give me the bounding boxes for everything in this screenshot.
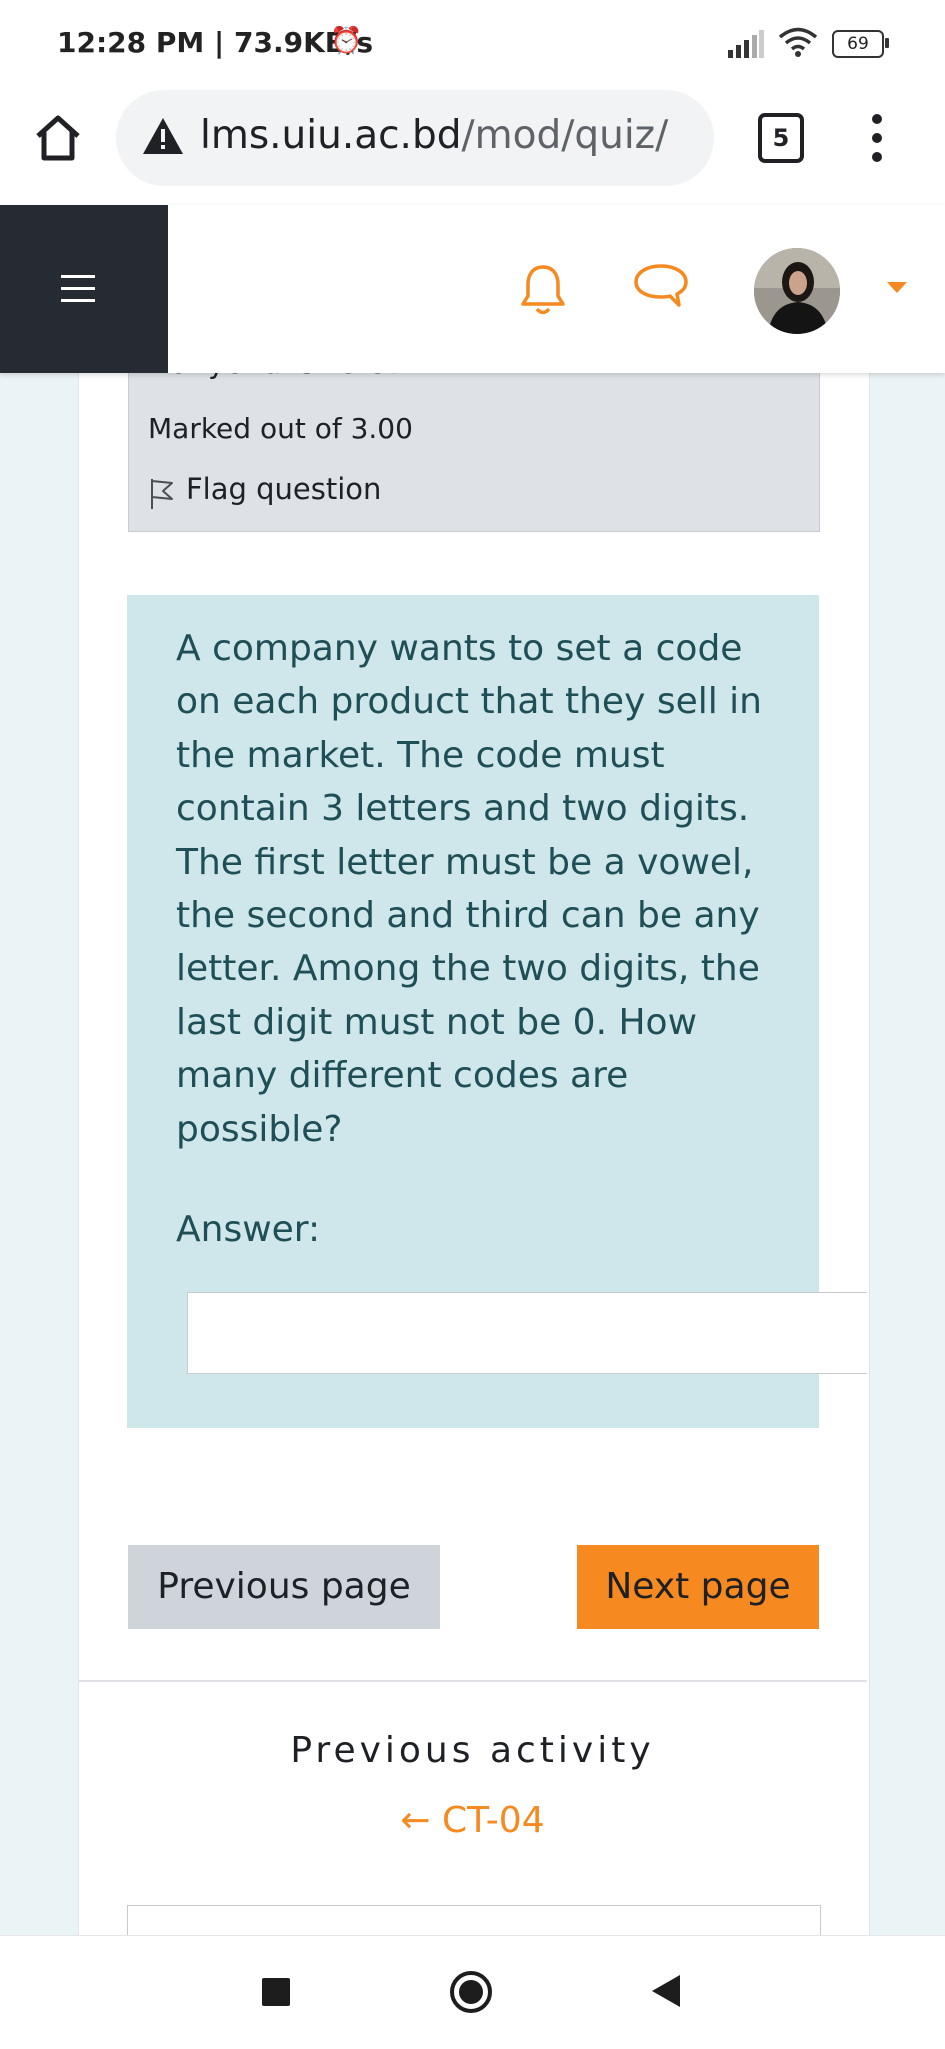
section-divider	[79, 1680, 867, 1682]
message-bubble-icon[interactable]	[632, 262, 690, 312]
answer-label: Answer:	[176, 1209, 321, 1250]
flag-icon[interactable]	[148, 477, 176, 511]
notification-bell-icon[interactable]	[518, 262, 568, 318]
question-text: A company wants to set a code on each pr…	[176, 628, 763, 1150]
previous-activity-label: Previous activity	[290, 1730, 655, 1771]
user-avatar[interactable]	[754, 248, 840, 334]
battery-indicator: 69	[832, 30, 884, 58]
recent-apps-icon[interactable]	[262, 1978, 290, 2006]
marked-out-of: Marked out of 3.00	[148, 412, 413, 445]
answer-input[interactable]	[187, 1292, 867, 1374]
home-icon[interactable]	[30, 110, 86, 166]
question-info-box	[128, 373, 820, 532]
avatar-image	[754, 248, 840, 334]
next-page-button[interactable]: Next page	[577, 1545, 819, 1629]
previous-page-button[interactable]: Previous page	[128, 1545, 440, 1629]
drawer-toggle-button[interactable]	[0, 205, 168, 373]
battery-tip	[885, 38, 889, 48]
warning-icon[interactable]	[141, 116, 185, 156]
url-path: /mod/quiz/at	[461, 113, 670, 158]
signal-icon	[728, 30, 764, 58]
back-triangle-icon[interactable]	[650, 1973, 682, 2009]
wifi-icon	[778, 27, 818, 57]
url-host: lms.uiu.ac.bd	[200, 113, 462, 158]
home-circle-icon[interactable]	[449, 1970, 493, 2014]
tab-switcher-button[interactable]: 5	[758, 113, 804, 163]
hamburger-menu-icon	[61, 275, 95, 302]
caret-down-icon[interactable]	[886, 280, 908, 294]
previous-activity-link[interactable]: ← CT-04	[0, 1800, 945, 1841]
status-time: 12:28 PM | 73.9KB/s	[57, 26, 373, 59]
more-vert-icon[interactable]	[868, 113, 886, 163]
alarm-clock-icon: ⏰	[330, 26, 363, 56]
flag-question-link[interactable]: Flag question	[186, 472, 381, 506]
url-text[interactable]: lms.uiu.ac.bd/mod/quiz/at	[200, 113, 670, 158]
